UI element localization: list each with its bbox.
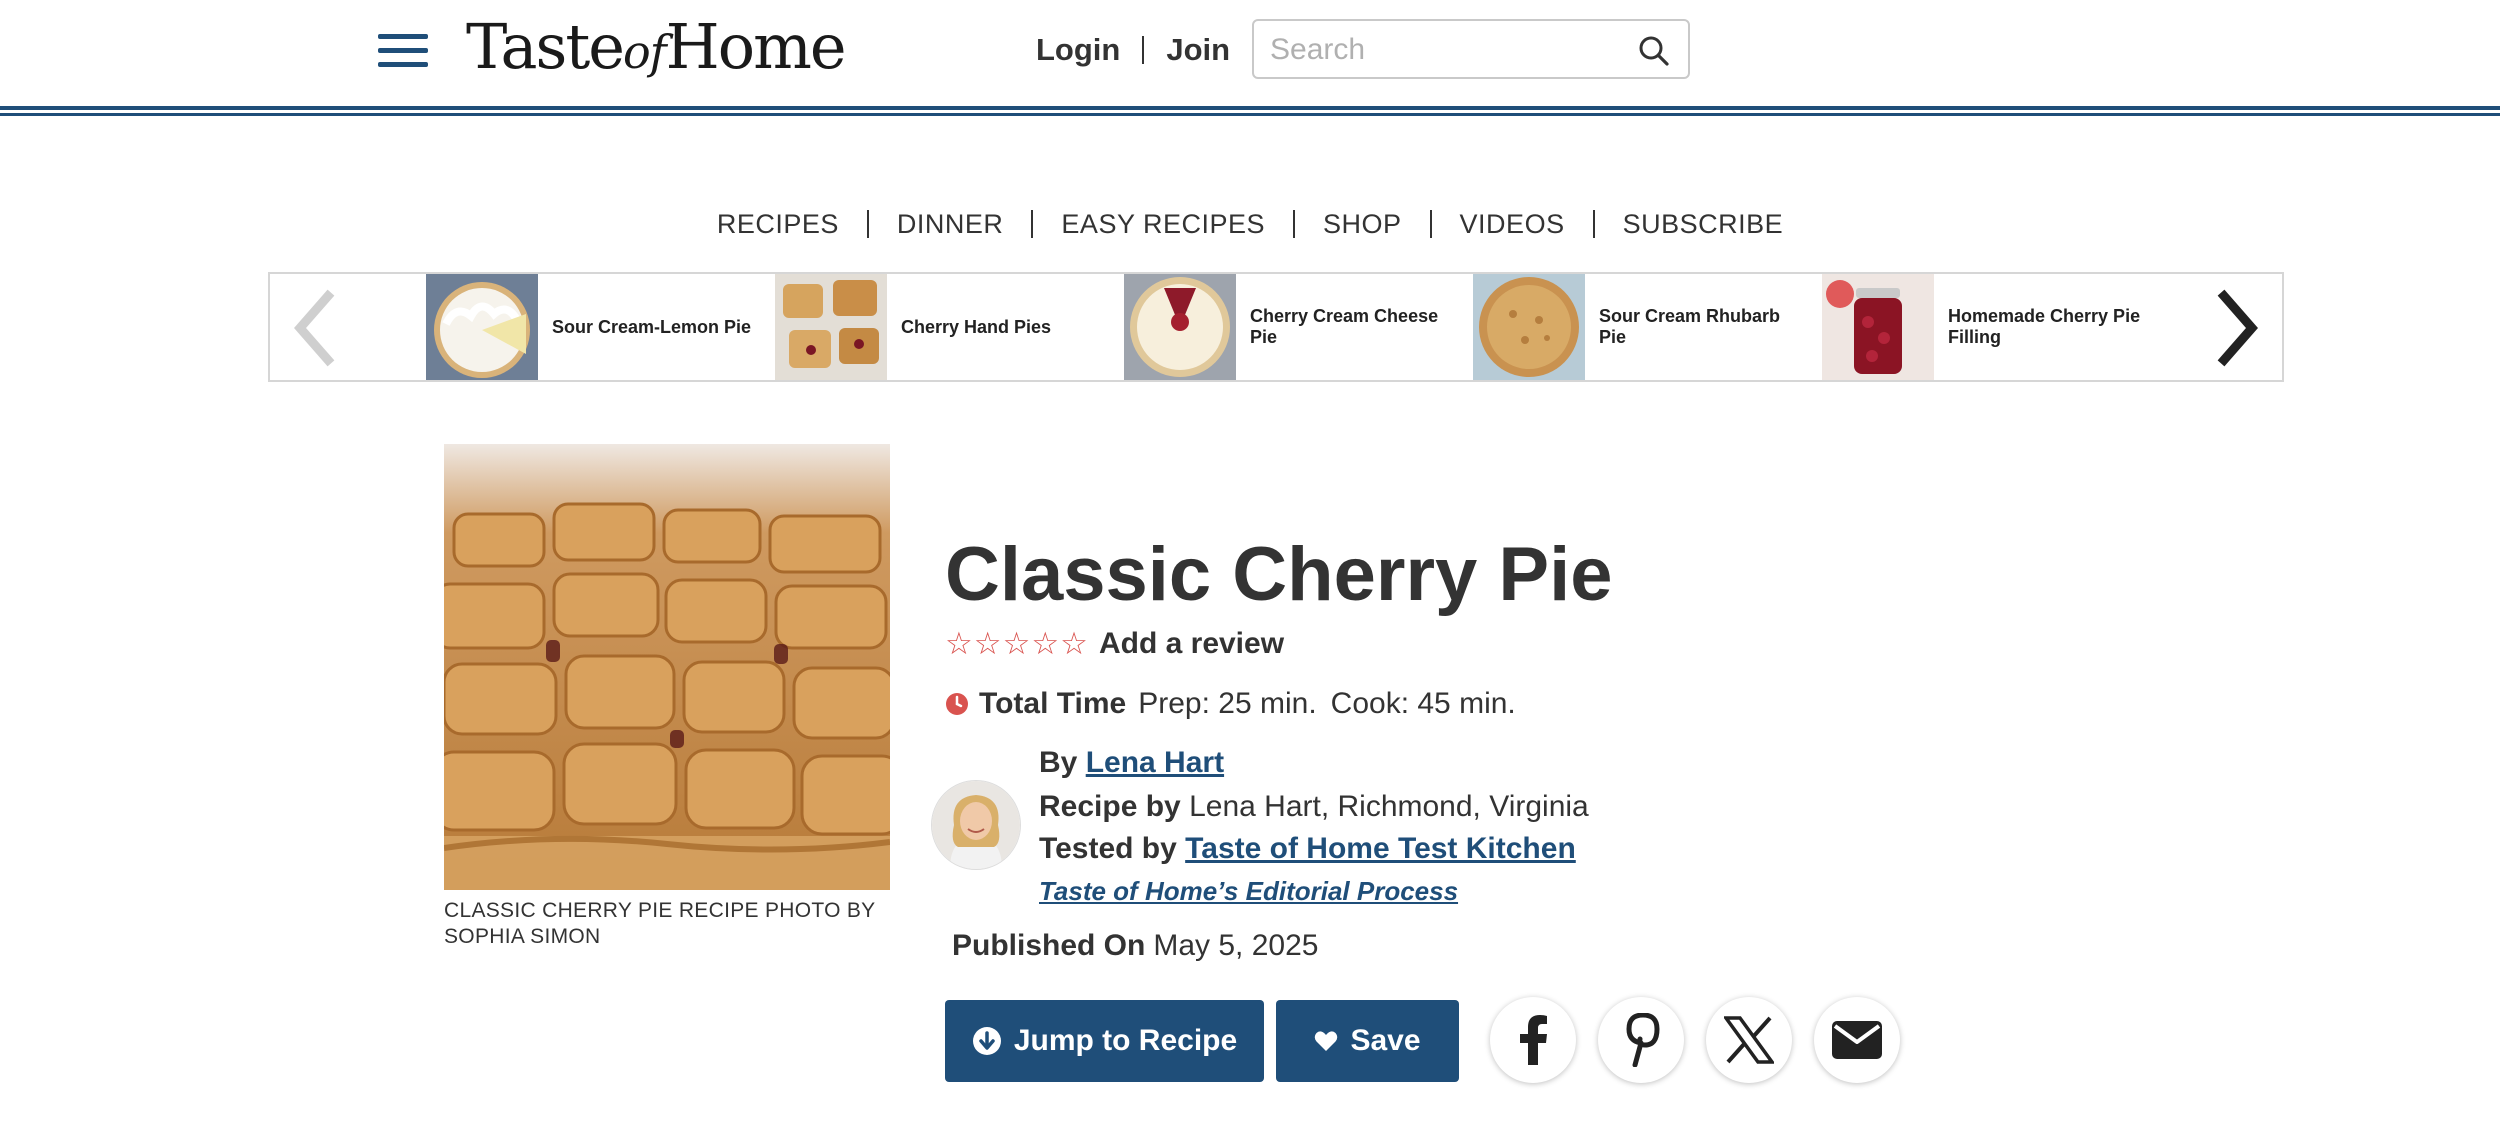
search-input[interactable] [1268, 29, 1612, 71]
recipe-by-label: Recipe by [1039, 790, 1181, 823]
carousel-card-label: Sour Cream-Lemon Pie [552, 316, 752, 337]
facebook-share-button[interactable] [1490, 997, 1576, 1083]
recipe-thumbnail [1124, 274, 1236, 380]
carousel-card-label: Sour Cream Rhubarb Pie [1599, 306, 1781, 347]
published-line: Published On May 5, 2025 [952, 926, 1318, 966]
carousel-card[interactable]: Cherry Cream Cheese Pie [1124, 274, 1472, 380]
tested-by-label: Tested by [1039, 832, 1177, 865]
facebook-icon [1520, 1015, 1547, 1065]
clock-icon [946, 693, 968, 715]
arrow-down-circle-icon [972, 1027, 1001, 1055]
cook-time: Cook: 45 min. [1330, 687, 1516, 720]
chevron-left-icon[interactable] [284, 288, 344, 368]
auth-links: Login Join [1036, 30, 1230, 70]
join-link[interactable]: Join [1166, 32, 1230, 68]
nav-item-easy-recipes[interactable]: EASY RECIPES [1033, 209, 1293, 240]
pinterest-share-button[interactable] [1598, 997, 1684, 1083]
add-review-link[interactable]: Add a review [1099, 627, 1284, 661]
recipe-by-line: Recipe by Lena Hart, Richmond, Virginia [1039, 787, 1589, 827]
carousel-card-label: Cherry Hand Pies [901, 316, 1052, 337]
jar-thumbnail [1822, 274, 1934, 380]
test-kitchen-link[interactable]: Taste of Home Test Kitchen [1185, 832, 1576, 865]
carousel-card-label: Homemade Cherry Pie Filling [1948, 306, 2141, 347]
total-time-label: Total Time [979, 687, 1127, 720]
x-share-button[interactable] [1706, 997, 1792, 1083]
pinterest-icon [1626, 1013, 1660, 1067]
recipe-hero-image [444, 444, 890, 890]
recipe-by-value: Lena Hart, Richmond, Virginia [1189, 790, 1589, 823]
x-icon [1724, 1016, 1774, 1064]
menu-icon[interactable] [378, 32, 428, 68]
nav-item-videos[interactable]: VIDEOS [1432, 209, 1593, 240]
chevron-right-icon[interactable] [2208, 288, 2268, 368]
nav-item-dinner[interactable]: DINNER [869, 209, 1032, 240]
carousel-card[interactable]: Sour Cream-Lemon Pie [426, 274, 774, 380]
published-date: May 5, 2025 [1153, 929, 1319, 962]
carousel-card[interactable]: Sour Cream Rhubarb Pie [1473, 274, 1821, 380]
main-nav: RECIPES DINNER EASY RECIPES SHOP VIDEOS … [0, 204, 2500, 244]
search-icon[interactable] [1638, 35, 1670, 67]
jump-to-recipe-label: Jump to Recipe [1013, 1024, 1238, 1057]
author-avatar[interactable] [931, 780, 1021, 870]
site-logo[interactable]: TasteofHome [466, 12, 847, 82]
rating-stars-icon[interactable]: ☆☆☆☆☆ [945, 626, 1089, 662]
related-recipes-carousel: Sour Cream-Lemon Pie Cherry Hand Pies Ch… [268, 272, 2284, 382]
recipe-thumbnail [775, 274, 887, 380]
carousel-card-label: Cherry Cream Cheese Pie [1250, 306, 1439, 347]
rating-row: ☆☆☆☆☆ Add a review [945, 624, 1284, 664]
carousel-card[interactable]: Cherry Hand Pies [775, 274, 1123, 380]
heart-icon [1315, 1031, 1338, 1051]
published-label: Published On [952, 929, 1146, 962]
save-label: Save [1350, 1024, 1421, 1057]
tested-by-line: Tested by Taste of Home Test Kitchen [1039, 829, 1576, 869]
jump-to-recipe-button[interactable]: Jump to Recipe [945, 1000, 1264, 1082]
save-button[interactable]: Save [1276, 1000, 1459, 1082]
by-label: By [1039, 746, 1078, 779]
byline: By Lena Hart [1039, 743, 1224, 783]
recipe-title: Classic Cherry Pie [945, 532, 1613, 617]
editorial-process-line: Taste of Home’s Editorial Process [1039, 871, 1458, 911]
auth-divider [1142, 36, 1145, 64]
login-link[interactable]: Login [1036, 32, 1120, 68]
site-header: TasteofHome Login Join [0, 0, 2500, 120]
search-box [1252, 19, 1690, 79]
photo-caption: CLASSIC CHERRY PIE RECIPE PHOTO BY SOPHI… [444, 899, 876, 948]
email-share-button[interactable] [1814, 997, 1900, 1083]
nav-item-shop[interactable]: SHOP [1295, 209, 1430, 240]
recipe-thumbnail [426, 274, 538, 380]
carousel-card[interactable]: Homemade Cherry Pie Filling [1822, 274, 2170, 380]
total-time-row: Total Time Prep: 25 min. Cook: 45 min. [945, 684, 1530, 724]
editorial-process-link[interactable]: Taste of Home’s Editorial Process [1039, 876, 1458, 906]
recipe-thumbnail [1473, 274, 1585, 380]
prep-time: Prep: 25 min. [1138, 687, 1317, 720]
header-rule-top [0, 106, 2500, 110]
header-rule-bottom [0, 113, 2500, 116]
author-link[interactable]: Lena Hart [1086, 746, 1224, 779]
nav-item-recipes[interactable]: RECIPES [689, 209, 867, 240]
email-icon [1832, 1021, 1882, 1059]
nav-item-subscribe[interactable]: SUBSCRIBE [1595, 209, 1812, 240]
